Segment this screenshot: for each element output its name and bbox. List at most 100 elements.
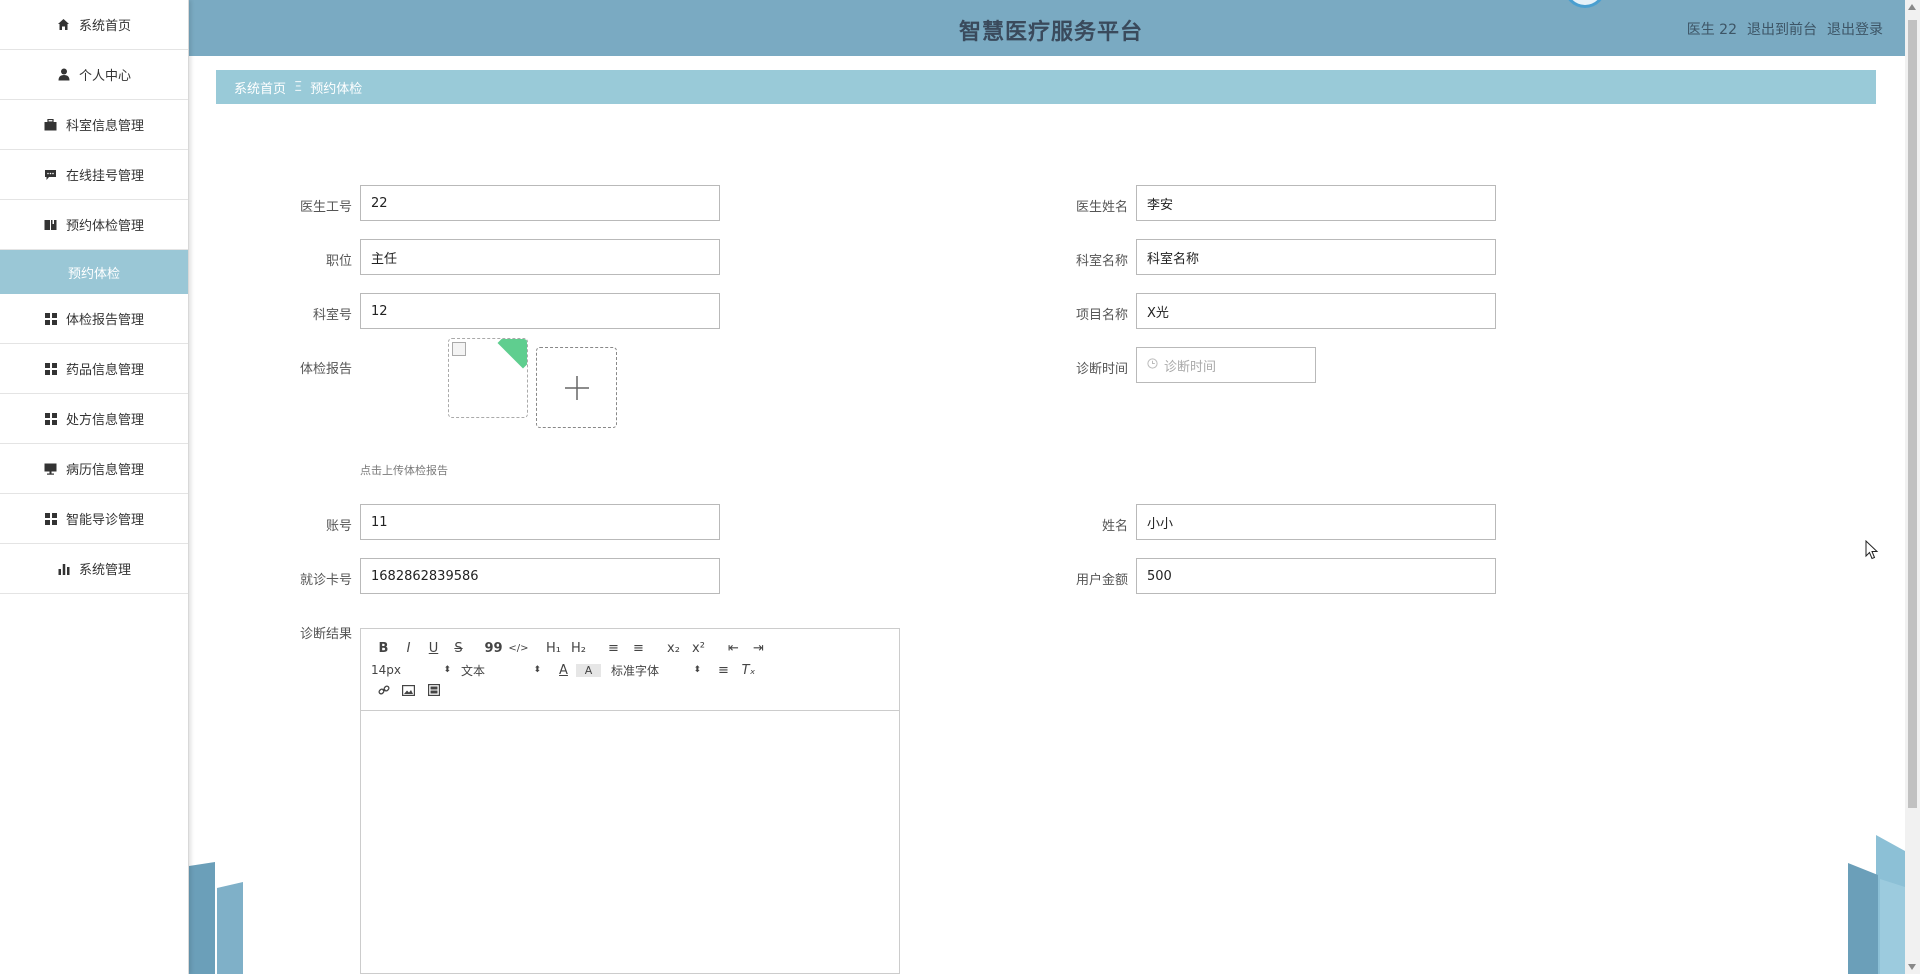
- sidebar-item-profile[interactable]: 个人中心: [0, 50, 188, 100]
- underline-button[interactable]: U: [421, 641, 446, 656]
- sidebar-item-drug[interactable]: 药品信息管理: [0, 344, 188, 394]
- font-size-value: 14px: [371, 663, 401, 677]
- ordered-list-button[interactable]: ≡: [601, 641, 626, 656]
- paragraph-select[interactable]: 文本 ⬍: [461, 662, 541, 679]
- sidebar-subitem-label: 预约体检: [67, 266, 120, 282]
- dept-name-field[interactable]: 科室名称: [1136, 239, 1496, 275]
- breadcrumb-current: 预约体检: [310, 81, 363, 97]
- plus-icon: [564, 375, 589, 400]
- page-title: 智慧医疗服务平台: [958, 20, 1143, 45]
- scroll-thumb[interactable]: [1908, 20, 1917, 808]
- sidebar-item-home[interactable]: 系统首页: [0, 0, 188, 50]
- doctor-name-field[interactable]: 李安: [1136, 185, 1496, 221]
- doctor-id-label: 医生工号: [299, 200, 352, 215]
- result-label: 诊断结果: [299, 627, 352, 642]
- upload-plus-button[interactable]: [536, 347, 617, 428]
- sidebar-item-label: 个人中心: [78, 69, 131, 84]
- editor-toolbar: B I U S 99 </> H₁ H₂ ≡ ≡ x₂ x² ⇤ ⇥ 14px …: [361, 629, 899, 711]
- breadcrumb: 系统首页 Ξ 预约体检: [216, 70, 1876, 104]
- link-icon: [377, 685, 390, 695]
- position-field[interactable]: 主任: [360, 239, 720, 275]
- header1-button[interactable]: H₁: [541, 641, 566, 656]
- subscript-button[interactable]: x₂: [661, 641, 686, 656]
- dept-no-label: 科室号: [312, 308, 352, 323]
- link-button[interactable]: [371, 684, 396, 700]
- to-front-link[interactable]: 退出到前台: [1747, 19, 1817, 39]
- header-user-area: 医生 22 退出到前台 退出登录: [1687, 19, 1883, 39]
- card-no-label: 就诊卡号: [299, 573, 352, 588]
- breadcrumb-home[interactable]: 系统首页: [234, 78, 286, 97]
- report-image-preview[interactable]: [448, 338, 528, 418]
- vertical-scrollbar[interactable]: [1905, 0, 1920, 974]
- sidebar-subitem-checkup-booking[interactable]: 预约体检: [0, 250, 188, 294]
- updown-icon: ⬍: [693, 665, 701, 675]
- sidebar: 系统首页 个人中心 科室信息管理 在线挂号管理 预约体检管理 预约体检 体检报告…: [0, 0, 189, 974]
- upload-success-marker: [497, 339, 527, 369]
- diag-time-placeholder: 诊断时间: [1164, 359, 1217, 375]
- diag-time-picker[interactable]: 诊断时间: [1136, 347, 1316, 383]
- font-size-select[interactable]: 14px ⬍: [371, 663, 451, 677]
- current-user: 医生 22: [1686, 22, 1737, 38]
- outdent-button[interactable]: ⇤: [721, 641, 746, 656]
- sidebar-item-prescription[interactable]: 处方信息管理: [0, 394, 188, 444]
- background-color-button[interactable]: A: [576, 663, 601, 677]
- card-no-field[interactable]: 1682862839586: [360, 558, 720, 594]
- dept-no-field[interactable]: 12: [360, 293, 720, 329]
- font-family-value: 标准字体: [611, 663, 660, 678]
- font-family-select[interactable]: 标准字体 ⬍: [611, 662, 701, 679]
- image-button[interactable]: [396, 684, 421, 700]
- bullet-list-button[interactable]: ≡: [626, 641, 651, 656]
- diag-time-label: 诊断时间: [1075, 362, 1128, 377]
- video-button[interactable]: [421, 684, 446, 700]
- balance-label: 用户金额: [1075, 573, 1128, 588]
- dept-name-label: 科室名称: [1075, 254, 1128, 269]
- updown-icon: ⬍: [443, 665, 451, 675]
- broken-image-icon: [452, 342, 466, 356]
- header2-button[interactable]: H₂: [566, 641, 591, 656]
- doctor-id-field[interactable]: 22: [360, 185, 720, 221]
- sidebar-item-checkup[interactable]: 预约体检管理: [0, 200, 188, 250]
- indent-button[interactable]: ⇥: [746, 641, 771, 656]
- sidebar-item-label: 药品信息管理: [65, 363, 144, 378]
- doctor-name-label: 医生姓名: [1075, 200, 1128, 215]
- patient-name-field[interactable]: 小小: [1136, 504, 1496, 540]
- sidebar-item-dept[interactable]: 科室信息管理: [0, 100, 188, 150]
- editor-content-area[interactable]: [361, 711, 899, 973]
- project-name-field[interactable]: X光: [1136, 293, 1496, 329]
- italic-button[interactable]: I: [396, 641, 421, 656]
- scroll-down-icon[interactable]: [1908, 964, 1916, 970]
- sidebar-item-label: 病历信息管理: [65, 463, 144, 478]
- sidebar-item-label: 体检报告管理: [65, 313, 144, 328]
- sidebar-item-system[interactable]: 系统管理: [0, 544, 188, 594]
- sidebar-item-records[interactable]: 病历信息管理: [0, 444, 188, 494]
- sidebar-item-label: 科室信息管理: [65, 119, 144, 134]
- clean-format-button[interactable]: Tₓ: [736, 663, 761, 678]
- strike-button[interactable]: S: [446, 641, 471, 656]
- top-header: 智慧医疗服务平台 医生 22 退出到前台 退出登录: [189, 0, 1905, 56]
- balance-field[interactable]: 500: [1136, 558, 1496, 594]
- sidebar-item-label: 智能导诊管理: [65, 513, 144, 528]
- report-label: 体检报告: [299, 362, 352, 377]
- sidebar-item-label: 预约体检管理: [65, 219, 144, 234]
- home-icon: [57, 18, 71, 32]
- sidebar-item-label: 处方信息管理: [65, 413, 144, 428]
- sidebar-item-guide[interactable]: 智能导诊管理: [0, 494, 188, 544]
- account-field[interactable]: 11: [360, 504, 720, 540]
- bold-button[interactable]: B: [371, 641, 396, 656]
- align-button[interactable]: ≡: [711, 663, 736, 678]
- grid-icon: [44, 512, 58, 526]
- scroll-up-icon[interactable]: [1908, 4, 1916, 10]
- logout-link[interactable]: 退出登录: [1827, 19, 1883, 39]
- paragraph-value: 文本: [461, 663, 486, 678]
- image-icon: [402, 684, 416, 696]
- sidebar-item-label: 系统首页: [78, 19, 131, 34]
- superscript-button[interactable]: x²: [686, 641, 711, 656]
- sidebar-item-report[interactable]: 体检报告管理: [0, 294, 188, 344]
- sidebar-item-label: 在线挂号管理: [65, 169, 144, 184]
- blockquote-button[interactable]: 99: [481, 641, 506, 656]
- book-icon: [44, 218, 58, 232]
- text-color-button[interactable]: A: [551, 663, 576, 678]
- sidebar-item-registration[interactable]: 在线挂号管理: [0, 150, 188, 200]
- header-decoration: [1564, 0, 1606, 8]
- code-block-button[interactable]: </>: [506, 643, 531, 654]
